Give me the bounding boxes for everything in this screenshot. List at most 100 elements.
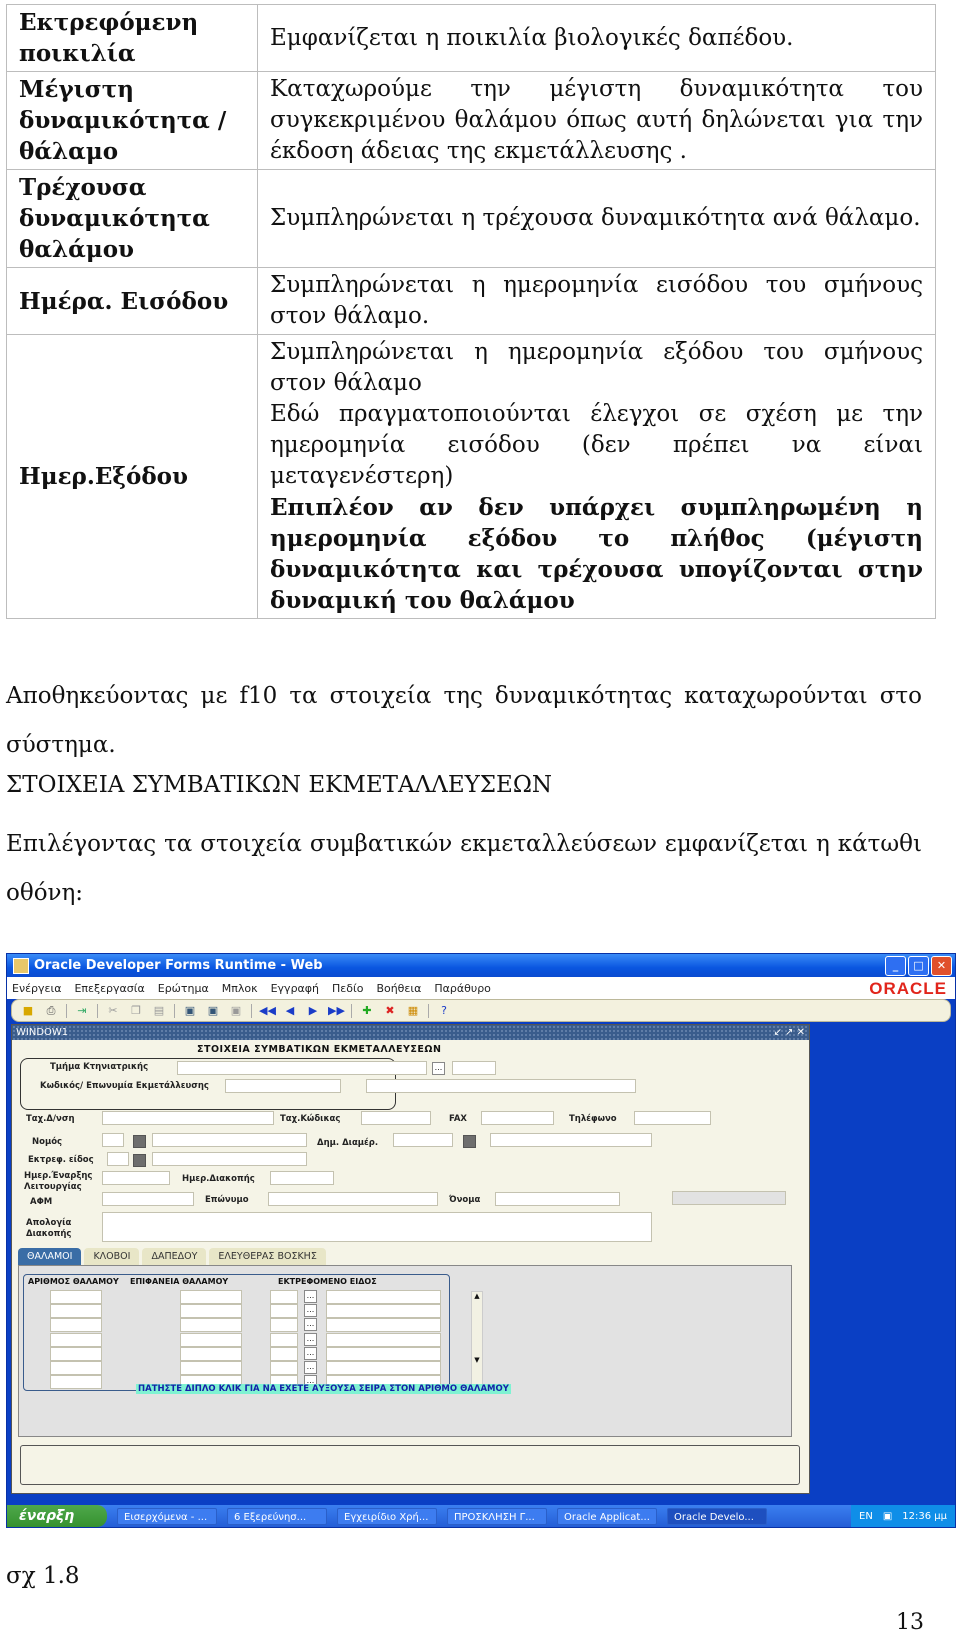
language-indicator[interactable]: EN [859, 1511, 873, 1522]
species-code-field[interactable] [270, 1290, 298, 1304]
postcode-field[interactable] [361, 1111, 431, 1125]
taskbar-item[interactable]: Oracle Develo... [667, 1507, 767, 1525]
chamber-number-field[interactable] [50, 1361, 102, 1375]
species-name-field[interactable] [326, 1304, 441, 1319]
taskbar-item[interactable]: Εγχειρίδιο Χρή... [337, 1507, 437, 1525]
prefecture-code-field[interactable] [102, 1133, 124, 1147]
chamber-area-field[interactable] [180, 1332, 242, 1347]
save-icon[interactable]: ■ [20, 1004, 36, 1018]
species-lov-button[interactable]: ... [304, 1290, 317, 1303]
menu-item[interactable]: Ενέργεια [12, 982, 61, 995]
chamber-number-field[interactable] [50, 1375, 102, 1390]
chamber-number-field[interactable] [50, 1346, 102, 1361]
menu-item[interactable]: Βοήθεια [376, 982, 421, 995]
paste-icon[interactable]: ▤ [151, 1004, 167, 1018]
tab-floor[interactable]: ΔΑΠΕΔΟΥ [142, 1248, 207, 1265]
prefecture-name-field[interactable] [152, 1133, 307, 1147]
species-name-field[interactable] [326, 1346, 441, 1361]
chamber-area-field[interactable] [180, 1361, 242, 1375]
oracle-logo: ORACLE [869, 979, 947, 998]
start-date-field[interactable] [102, 1171, 170, 1185]
next-record-icon[interactable]: ▶ [305, 1004, 321, 1018]
species-lov-button[interactable]: ... [304, 1304, 317, 1318]
tab-chambers[interactable]: ΘΑΛΑΜΟΙ [18, 1248, 82, 1265]
insert-record-icon[interactable]: ✚ [359, 1004, 375, 1018]
execute-query-icon[interactable]: ▣ [205, 1004, 221, 1018]
chamber-area-field[interactable] [180, 1290, 242, 1304]
taskbar-item[interactable]: ΠΡΟΣΚΛΗΣΗ Γ... [447, 1507, 547, 1525]
stop-reason-field[interactable] [102, 1212, 652, 1242]
chamber-area-field[interactable] [180, 1318, 242, 1333]
first-record-icon[interactable]: ◀◀ [259, 1004, 276, 1018]
taskbar-item[interactable]: Oracle Applicat... [557, 1507, 657, 1525]
enter-query-icon[interactable]: ▣ [182, 1004, 198, 1018]
species-name-field[interactable] [326, 1361, 441, 1375]
species-code-field[interactable] [270, 1318, 298, 1333]
last-record-icon[interactable]: ▶▶ [328, 1004, 345, 1018]
menu-item[interactable]: Ερώτημα [158, 982, 209, 995]
species-name-field[interactable] [326, 1318, 441, 1333]
copy-icon[interactable]: ❐ [128, 1004, 144, 1018]
minimize-icon[interactable]: _ [885, 955, 906, 976]
holding-code-field[interactable] [225, 1079, 341, 1093]
stop-date-field[interactable] [270, 1171, 334, 1185]
previous-record-icon[interactable]: ◀ [282, 1004, 298, 1018]
address-field[interactable] [102, 1111, 274, 1125]
species-lov-button[interactable] [133, 1154, 146, 1167]
species-code-field[interactable] [270, 1304, 298, 1319]
exit-icon[interactable]: ⇥ [74, 1004, 90, 1018]
dept-lov-button[interactable]: ... [432, 1062, 445, 1075]
chamber-number-field[interactable] [50, 1304, 102, 1319]
cancel-query-icon[interactable]: ▣ [228, 1004, 244, 1018]
cut-icon[interactable]: ✂ [105, 1004, 121, 1018]
species-name-field[interactable] [152, 1152, 307, 1166]
close-icon[interactable]: ✕ [931, 955, 952, 976]
fax-field[interactable] [481, 1111, 554, 1125]
help-icon[interactable]: ? [436, 1004, 452, 1018]
species-lov-button[interactable]: ... [304, 1332, 317, 1346]
chamber-number-field[interactable] [50, 1318, 102, 1333]
lock-record-icon[interactable]: ▦ [405, 1004, 421, 1018]
species-name-field[interactable] [326, 1290, 441, 1304]
delete-record-icon[interactable]: ✖ [382, 1004, 398, 1018]
paragraph-save: Αποθηκεύοντας με f10 τα στοιχεία της δυν… [6, 683, 922, 758]
start-button[interactable]: έναρξη [7, 1505, 107, 1527]
surname-field[interactable] [268, 1192, 438, 1206]
chamber-number-field[interactable] [50, 1332, 102, 1347]
species-lov-button[interactable]: ... [304, 1346, 317, 1360]
menu-item[interactable]: Παράθυρο [434, 982, 491, 995]
taskbar-item[interactable]: Εισερχόμενα - ... [117, 1507, 217, 1525]
species-code-field[interactable] [270, 1346, 298, 1361]
chamber-area-field[interactable] [180, 1346, 242, 1361]
maximize-icon[interactable]: □ [908, 955, 929, 976]
taskbar-item[interactable]: 6 Εξερεύνησ... [227, 1507, 327, 1525]
chamber-number-field[interactable] [50, 1290, 102, 1304]
species-code-field[interactable] [270, 1332, 298, 1347]
species-code-field[interactable] [270, 1361, 298, 1375]
prefecture-lov-button[interactable] [133, 1135, 146, 1148]
phone-field[interactable] [634, 1111, 711, 1125]
species-lov-button[interactable]: ... [304, 1318, 317, 1332]
chamber-area-field[interactable] [180, 1304, 242, 1319]
dept-field[interactable] [177, 1061, 427, 1075]
tab-free-range[interactable]: ΕΛΕΥΘΕΡΑΣ ΒΟΣΚΗΣ [209, 1248, 326, 1265]
holding-name-field[interactable] [366, 1079, 636, 1093]
menu-item[interactable]: Επεξεργασία [74, 982, 144, 995]
menu-item[interactable]: Εγγραφή [271, 982, 319, 995]
name-field[interactable] [495, 1192, 620, 1206]
municipality-lov-button[interactable] [463, 1135, 476, 1148]
form-window-controls[interactable]: ↙ ↗ ✕ [774, 1025, 806, 1040]
print-icon[interactable]: ⎙ [43, 1004, 59, 1018]
grid-scrollbar[interactable]: ▲ ▼ [471, 1291, 483, 1393]
species-lov-button[interactable]: ... [304, 1361, 317, 1374]
species-code-field[interactable] [107, 1152, 129, 1166]
afm-field[interactable] [102, 1192, 194, 1206]
species-name-field[interactable] [326, 1332, 441, 1347]
menu-item[interactable]: Πεδίο [332, 982, 363, 995]
municipality-name-field[interactable] [490, 1133, 652, 1147]
menu-item[interactable]: Μπλοκ [222, 982, 258, 995]
tab-cages[interactable]: ΚΛΟΒΟΙ [84, 1248, 140, 1265]
municipality-code-field[interactable] [393, 1133, 453, 1147]
dept-code-field[interactable] [452, 1061, 496, 1075]
column-header: ΑΡΙΘΜΟΣ ΘΑΛΑΜΟΥ [28, 1277, 119, 1286]
